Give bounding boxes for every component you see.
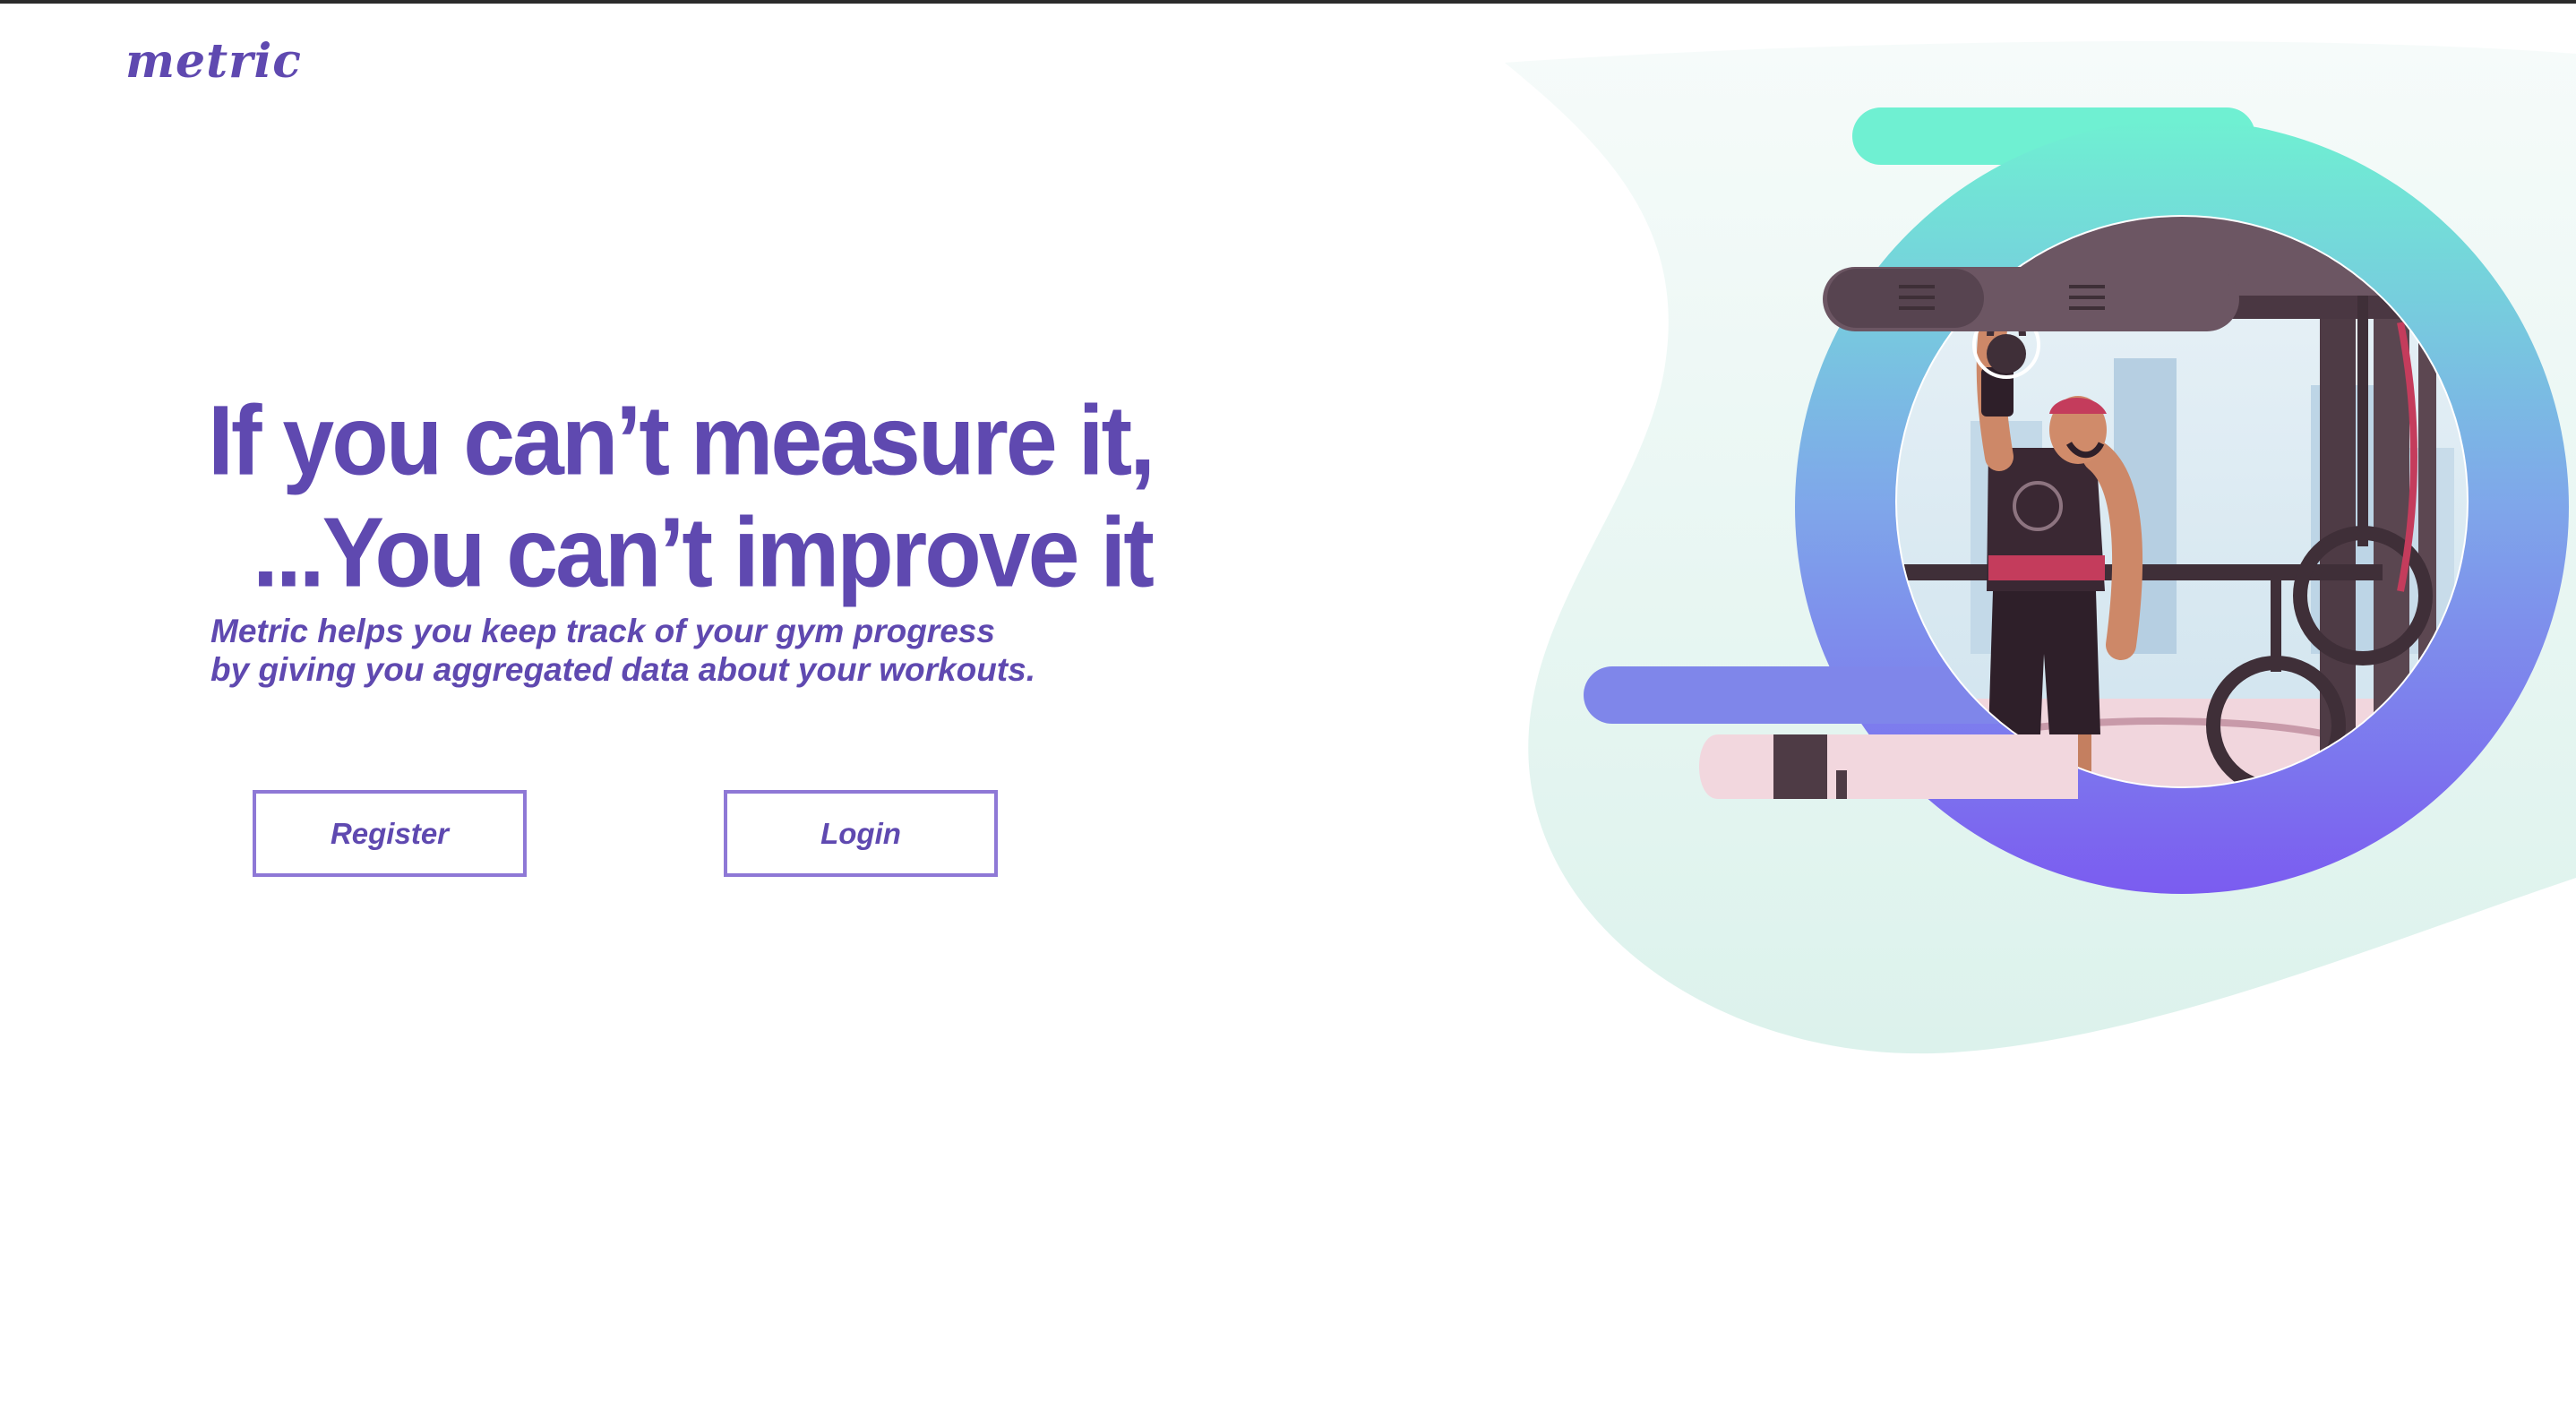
brand-logo[interactable]: metric <box>125 34 302 89</box>
hero-subtitle: Metric helps you keep track of your gym … <box>210 612 1106 689</box>
login-button[interactable]: Login <box>724 790 998 877</box>
gym-athlete-kettlebell-illustration <box>1505 41 2576 1054</box>
subtitle-line-1: Metric helps you keep track of your gym … <box>210 613 995 649</box>
hero-headline: If you can’t measure it, ...You can’t im… <box>208 385 1155 609</box>
landing-page: metric If you can’t measure it, ...You c… <box>0 0 2576 1417</box>
floor-strip <box>1699 734 2078 799</box>
register-button[interactable]: Register <box>253 790 527 877</box>
headline-line-2: ...You can’t improve it <box>253 498 1155 609</box>
subtitle-line-2: by giving you aggregated data about your… <box>210 651 1035 688</box>
headline-line-1: If you can’t measure it, <box>208 386 1155 497</box>
